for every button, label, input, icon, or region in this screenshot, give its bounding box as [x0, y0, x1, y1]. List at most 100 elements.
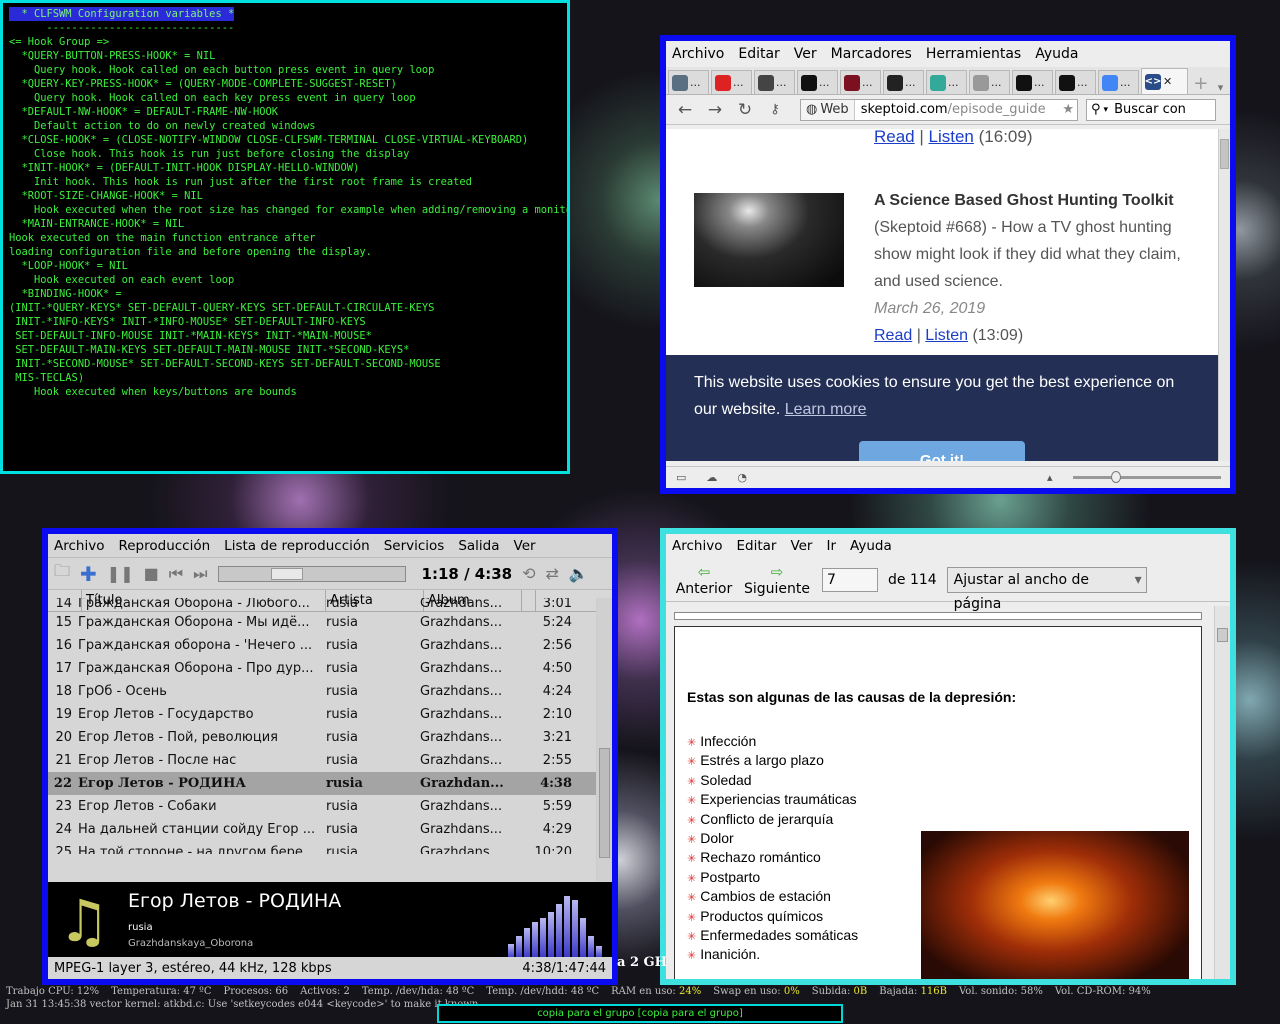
browser-tab[interactable]: ...: [797, 70, 838, 94]
prev-read-link[interactable]: Read: [874, 129, 915, 146]
next-icon[interactable]: ⏭: [193, 564, 207, 584]
playlist-row[interactable]: 23 Егор Летов - Собаки rusia Grazhdans... 5:…: [48, 795, 596, 818]
repeat-icon[interactable]: ⟲: [522, 564, 535, 583]
menu-item-editar[interactable]: Editar: [736, 538, 776, 554]
menu-item-ayuda[interactable]: Ayuda: [1035, 46, 1078, 62]
zoom-slider[interactable]: [1072, 471, 1221, 483]
status-key: Swap en uso:: [713, 986, 784, 997]
article-thumbnail[interactable]: [694, 193, 844, 287]
playlist-scrollbar[interactable]: [596, 598, 612, 882]
url-bar[interactable]: ◍ Web skeptoid.com/episode_guide ★: [800, 98, 1078, 121]
browser-tab[interactable]: ...: [1098, 70, 1139, 94]
read-link[interactable]: Read: [874, 327, 912, 344]
menu-item-archivo[interactable]: Archivo: [672, 538, 722, 554]
menu-item-lista-de-reproducción[interactable]: Lista de reproducción: [224, 538, 370, 554]
browser-tab[interactable]: ...: [883, 70, 924, 94]
browser-tab[interactable]: ...: [668, 70, 709, 94]
playlist-row[interactable]: 18 ГрОб - Осень rusia Grazhdans... 4:24: [48, 680, 596, 703]
volume-icon[interactable]: 🔈: [569, 564, 589, 583]
open-folder-icon[interactable]: 🗀: [54, 560, 70, 587]
tab-list-icon[interactable]: ▾: [1211, 81, 1230, 94]
page-scrollbar[interactable]: [1218, 129, 1230, 461]
menu-item-salida[interactable]: Salida: [458, 538, 499, 554]
disk-icon: [672, 74, 688, 91]
learn-more-link[interactable]: Learn more: [785, 401, 867, 418]
url-path: /episode_guide: [947, 102, 1046, 117]
playlist-row[interactable]: 14 Гражданская Оборона - Любого... rusia Gr…: [48, 598, 596, 611]
menu-item-ayuda[interactable]: Ayuda: [850, 538, 892, 554]
key-icon[interactable]: ⚷: [764, 102, 786, 117]
menu-item-ir[interactable]: Ir: [826, 538, 836, 554]
bookmark-star-icon[interactable]: ★: [1062, 102, 1077, 117]
playlist-row[interactable]: 17 Гражданская Оборона - Про дур... rusia G…: [48, 657, 596, 680]
playlist-cell-al: Grazhdans...: [420, 615, 503, 630]
seek-bar[interactable]: [217, 565, 406, 582]
close-tab-icon[interactable]: ✕: [1163, 75, 1172, 88]
menu-item-ver[interactable]: Ver: [514, 538, 536, 554]
audio-player-window[interactable]: Archivo Reproducción Lista de reproducción…: [42, 528, 618, 985]
browser-tab[interactable]: ...: [711, 70, 752, 94]
status-key: Trabajo CPU:: [6, 986, 77, 997]
sidebar-icon[interactable]: ▭: [676, 471, 686, 484]
browser-window[interactable]: Archivo Editar Ver Marcadores Herramientas Ay…: [660, 35, 1236, 494]
menu-item-ver[interactable]: Ver: [794, 46, 817, 62]
menu-item-ver[interactable]: Ver: [790, 538, 812, 554]
playlist-row[interactable]: 25 На той стороне - на другом бере... rusi…: [48, 841, 596, 854]
reload-icon[interactable]: ↻: [734, 100, 756, 120]
browser-tab[interactable]: ...: [1012, 70, 1053, 94]
playlist-row[interactable]: 20 Егор Летов - Пой, революция rusia Grazhd…: [48, 726, 596, 749]
playlist-cell-n: 24: [55, 822, 72, 837]
browser-tab[interactable]: ...: [969, 70, 1010, 94]
playlist-row[interactable]: 22 Егор Летов - РОДИНА rusia Grazhdan... 4:3…: [48, 772, 596, 795]
menu-item-archivo[interactable]: Archivo: [54, 538, 104, 554]
playlist-row[interactable]: 24 На дальней станции сойду Егор ... rusia…: [48, 818, 596, 841]
listen-link[interactable]: Listen: [925, 327, 968, 344]
document-scrollbar[interactable]: [1214, 606, 1230, 979]
menu-item-reproducción[interactable]: Reproducción: [118, 538, 210, 554]
stop-icon[interactable]: ■: [144, 564, 159, 583]
new-tab-icon[interactable]: +: [1190, 73, 1211, 94]
kernel-log-line: Jan 31 13:45:38 vector kernel: atkbd.c: …: [6, 999, 482, 1010]
article-title[interactable]: A Science Based Ghost Hunting Toolkit: [874, 187, 1194, 214]
playlist-row[interactable]: 19 Егор Летов - Государство rusia Grazhdans…: [48, 703, 596, 726]
playlist-row[interactable]: 16 Гражданская оборона - 'Нечего ... rusia…: [48, 634, 596, 657]
pause-icon[interactable]: ❚❚: [107, 564, 134, 583]
forward-icon[interactable]: →: [704, 100, 726, 120]
next-page-button[interactable]: ⇨ Siguiente: [742, 563, 812, 597]
playlist-cell-n: 23: [55, 799, 72, 814]
previous-page-button[interactable]: ⇦ Anterior: [676, 563, 733, 597]
page-number-input[interactable]: 7: [822, 567, 878, 592]
cloud-icon[interactable]: ☁: [706, 471, 717, 484]
browser-tab-active[interactable]: <> ✕: [1141, 68, 1189, 94]
browser-tab[interactable]: ...: [1055, 70, 1096, 94]
back-icon[interactable]: ←: [674, 100, 696, 120]
clfswm-terminal-window[interactable]: * CLFSWM Configuration variables * -----…: [0, 0, 570, 474]
browser-tab[interactable]: ...: [926, 70, 967, 94]
status-item: Procesos: 66: [224, 986, 289, 997]
now-playing-panel: ♫ Егор Летов - РОДИНА rusia Grazhdanskay…: [48, 882, 612, 964]
document-viewer-window[interactable]: Archivo Editar Ver Ir Ayuda ⇦ Anterior ⇨ Sigui…: [660, 528, 1236, 985]
menu-item-editar[interactable]: Editar: [738, 46, 779, 62]
browser-tab[interactable]: ...: [840, 70, 881, 94]
visualizer: [508, 896, 608, 958]
prev-listen-link[interactable]: Listen: [929, 129, 974, 146]
menu-item-herramientas[interactable]: Herramientas: [926, 46, 1021, 62]
search-box[interactable]: ⚲ ▾ Buscar con: [1086, 98, 1216, 121]
search-dropdown-icon[interactable]: ▾: [1104, 105, 1109, 115]
menu-item-servicios[interactable]: Servicios: [384, 538, 445, 554]
terminal-line: Query hook. Hook called on each key pres…: [9, 92, 416, 104]
shuffle-icon[interactable]: ⇄: [545, 564, 558, 583]
browser-tab[interactable]: ...: [754, 70, 795, 94]
got-it-button[interactable]: Got it!: [859, 441, 1025, 461]
add-icon[interactable]: ✚: [80, 562, 97, 586]
gauge-icon[interactable]: ◔: [737, 471, 747, 484]
zoom-up-icon[interactable]: ▴: [1047, 471, 1053, 484]
menu-item-archivo[interactable]: Archivo: [672, 46, 724, 62]
playlist-row[interactable]: 15 Гражданская Оборона - Мы идё... rusia Gr…: [48, 611, 596, 634]
terminal-line: *LOOP-HOOK* = NIL: [9, 260, 128, 272]
playlist-cell-n: 21: [55, 753, 72, 768]
zoom-select[interactable]: Ajustar al ancho de página ▾: [946, 566, 1147, 612]
playlist-row[interactable]: 21 Егор Летов - После нас rusia Grazhdans..…: [48, 749, 596, 772]
previous-icon[interactable]: ⏮: [169, 564, 183, 584]
menu-item-marcadores[interactable]: Marcadores: [831, 46, 912, 62]
